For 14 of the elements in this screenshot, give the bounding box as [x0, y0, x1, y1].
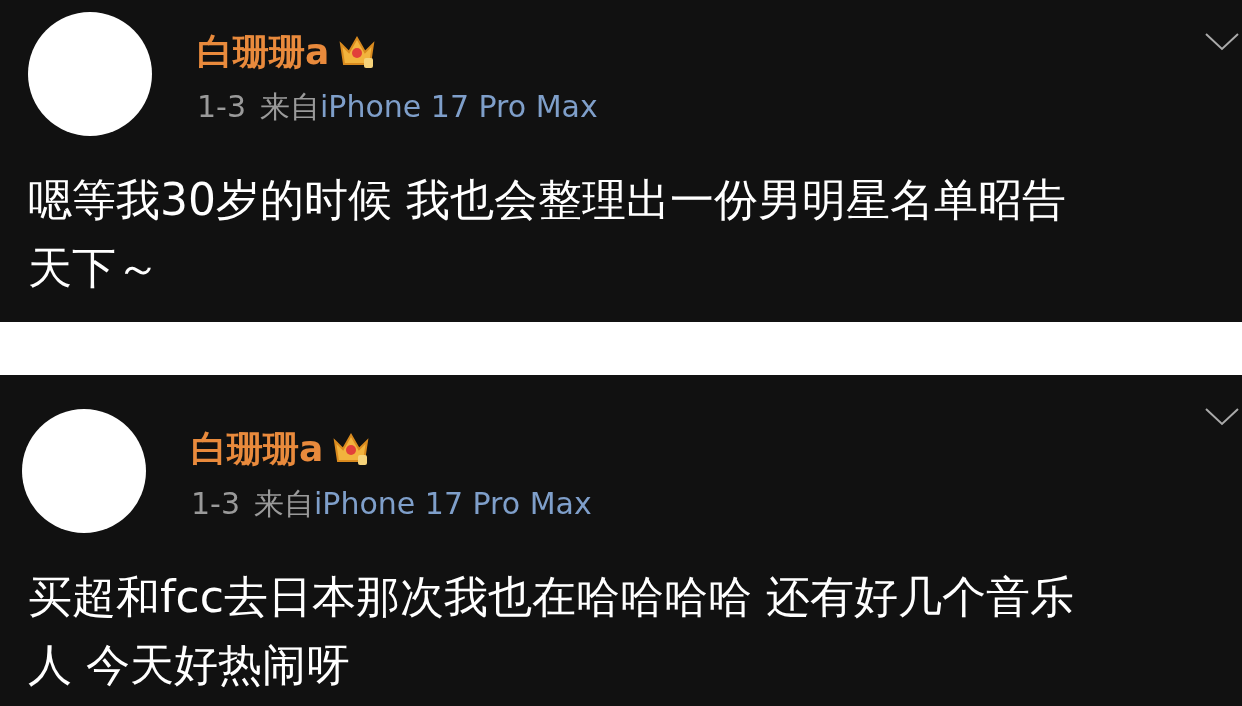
chevron-down-icon[interactable] — [1204, 32, 1240, 52]
post-source: 来自 — [254, 485, 314, 523]
post-source: 来自 — [260, 88, 320, 126]
author-name[interactable]: 白珊珊a — [191, 427, 324, 471]
post-time: 1-3 — [191, 485, 240, 523]
post-text-line: 天下～ — [28, 241, 161, 295]
post-text-line: 买超和fcc去日本那次我也在哈哈哈哈 还有好几个音乐 — [28, 570, 1075, 624]
device-link[interactable]: iPhone 17 Pro Max — [314, 485, 592, 523]
post-time: 1-3 — [197, 88, 246, 126]
author-name[interactable]: 白珊珊a — [197, 30, 330, 74]
chevron-down-icon[interactable] — [1204, 407, 1240, 427]
post-text-line: 嗯等我30岁的时候 我也会整理出一份男明星名单昭告 — [28, 173, 1067, 227]
device-link[interactable]: iPhone 17 Pro Max — [320, 88, 598, 126]
post-text-line: 人 今天好热闹呀 — [28, 638, 351, 692]
